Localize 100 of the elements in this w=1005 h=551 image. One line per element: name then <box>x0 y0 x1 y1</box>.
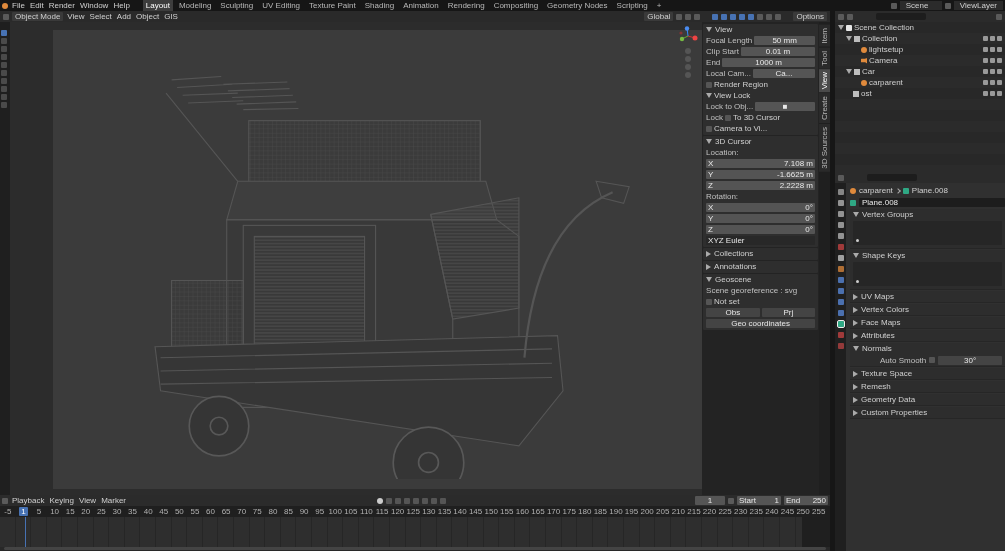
outliner-item[interactable]: Car <box>862 67 875 76</box>
value-field[interactable]: 1000 m <box>722 58 815 67</box>
panel-header[interactable]: Vertex Groups <box>862 210 914 219</box>
panel-header[interactable]: Texture Space <box>861 369 913 378</box>
panel-header[interactable]: 3D Cursor <box>715 137 752 146</box>
menu-item[interactable]: GIS <box>163 12 179 21</box>
sidebar-tab[interactable]: Tool <box>819 47 830 69</box>
menu-item[interactable]: Object <box>135 12 161 21</box>
collapse-arrow-icon[interactable] <box>853 346 859 351</box>
sidebar-tab[interactable]: Create <box>819 93 830 124</box>
sidebar-tab[interactable]: View <box>819 69 830 93</box>
outliner-item[interactable]: Scene Collection <box>854 23 915 32</box>
checkbox-icon[interactable] <box>983 36 988 41</box>
breadcrumb-item[interactable]: carparent <box>859 186 893 195</box>
value-field[interactable]: 0.01 m <box>740 47 815 56</box>
button[interactable]: Prj <box>761 308 815 317</box>
start-frame-field[interactable]: Start 1 <box>737 496 781 505</box>
number-field[interactable]: Z 0° <box>706 225 815 234</box>
sidebar-tab[interactable]: 3D Sources <box>819 124 830 173</box>
orientation-dropdown[interactable]: Global <box>644 12 674 21</box>
workspace-tab[interactable]: Texture Paint <box>306 0 359 11</box>
subpanel-header[interactable]: View Lock <box>714 91 751 100</box>
menu-item[interactable]: Window <box>78 1 110 10</box>
blender-logo-icon[interactable] <box>2 2 8 9</box>
value-field[interactable]: 50 mm <box>754 36 815 45</box>
number-field[interactable]: Y -1.6625 m <box>706 170 815 179</box>
panel-header[interactable]: Custom Properties <box>861 408 928 417</box>
collapse-arrow-icon[interactable] <box>706 93 713 98</box>
panel-header[interactable]: Geometry Data <box>861 395 916 404</box>
panel-header[interactable]: Attributes <box>861 331 895 340</box>
number-field[interactable]: X 7.108 m <box>706 159 815 168</box>
checkbox[interactable] <box>706 298 713 305</box>
expand-arrow-icon[interactable] <box>853 409 858 416</box>
panel-header[interactable]: UV Maps <box>861 292 894 301</box>
workspace-tab[interactable]: Compositing <box>490 0 542 11</box>
workspace-tab[interactable]: Rendering <box>444 0 488 11</box>
scene-field[interactable]: Scene <box>899 1 942 10</box>
breadcrumb-item[interactable]: Plane.008 <box>911 186 948 195</box>
checkbox-icon[interactable] <box>983 69 988 74</box>
collapse-arrow-icon[interactable] <box>706 27 713 32</box>
value-field[interactable]: Ca... <box>752 69 815 78</box>
workspace-tab[interactable]: UV Editing <box>259 0 304 11</box>
expand-arrow-icon[interactable] <box>853 396 858 403</box>
workspace-tab[interactable]: Modeling <box>175 0 215 11</box>
checkbox-icon[interactable] <box>983 47 988 52</box>
expand-arrow-icon[interactable] <box>853 370 858 377</box>
expand-arrow-icon[interactable] <box>853 332 858 339</box>
options-dropdown[interactable]: Options <box>793 12 827 21</box>
menu-item[interactable]: Render <box>47 1 76 10</box>
sidebar-tab[interactable]: Item <box>819 25 830 47</box>
expand-arrow-icon[interactable] <box>706 263 712 270</box>
outliner-item[interactable]: Camera <box>869 56 898 65</box>
checkbox[interactable] <box>706 81 713 88</box>
panel-header[interactable]: Face Maps <box>861 318 901 327</box>
panel-header[interactable]: Vertex Colors <box>861 305 910 314</box>
collapse-arrow-icon[interactable] <box>706 139 713 144</box>
workspace-tab[interactable]: Animation <box>400 0 442 11</box>
workspace-tab[interactable]: Geometry Nodes <box>544 0 611 11</box>
value-field[interactable]: ■ <box>755 102 815 111</box>
angle-field[interactable]: 30° <box>938 355 1002 365</box>
menu-item[interactable]: Help <box>112 1 131 10</box>
checkbox-icon[interactable] <box>983 91 988 96</box>
menu-item[interactable]: Playback <box>11 496 46 505</box>
end-frame-field[interactable]: End 250 <box>784 496 828 505</box>
record-button[interactable] <box>376 497 383 504</box>
add-workspace-button[interactable]: + <box>653 0 665 11</box>
menu-item[interactable]: View <box>66 12 86 21</box>
checkbox[interactable] <box>929 357 936 363</box>
menu-item[interactable]: Select <box>88 12 113 21</box>
expand-arrow-icon[interactable] <box>853 383 858 390</box>
panel-header[interactable]: Shape Keys <box>862 251 906 260</box>
current-frame-field[interactable]: 1 <box>695 496 725 505</box>
outliner-item[interactable]: ost <box>861 89 872 98</box>
checkbox[interactable] <box>706 125 713 132</box>
panel-header[interactable]: Collections <box>714 249 754 258</box>
panel-header[interactable]: Annotations <box>714 262 757 271</box>
workspace-tab[interactable]: Sculpting <box>217 0 257 11</box>
workspace-tab[interactable]: Scripting <box>613 0 651 11</box>
button[interactable]: Geo coordinates <box>706 319 815 328</box>
menu-item[interactable]: File <box>11 1 26 10</box>
data-name-field[interactable]: Plane.008 <box>859 198 1005 207</box>
checkbox[interactable] <box>724 114 731 121</box>
outliner-item[interactable]: Collection <box>862 34 898 43</box>
menu-item[interactable]: Keying <box>48 496 75 505</box>
outliner-item[interactable]: carparent <box>869 78 903 87</box>
expand-arrow-icon[interactable] <box>853 306 858 313</box>
workspace-tab[interactable]: Shading <box>361 0 398 11</box>
resize-handle-icon[interactable] <box>856 280 859 283</box>
outliner-item[interactable]: lightsetup <box>869 45 904 54</box>
resize-handle-icon[interactable] <box>856 239 859 242</box>
panel-header[interactable]: Remesh <box>861 382 891 391</box>
menu-item[interactable]: Marker <box>100 496 128 505</box>
panel-header[interactable]: Geoscene <box>715 275 752 284</box>
mode-dropdown[interactable]: Object Mode <box>12 12 64 21</box>
menu-item[interactable]: Edit <box>28 1 45 10</box>
checkbox-icon[interactable] <box>983 58 988 63</box>
view-layer-field[interactable]: ViewLayer <box>953 1 1003 10</box>
number-field[interactable]: X 0° <box>706 203 815 212</box>
dropdown[interactable]: XYZ Euler <box>706 236 815 245</box>
collapse-arrow-icon[interactable] <box>706 277 713 282</box>
